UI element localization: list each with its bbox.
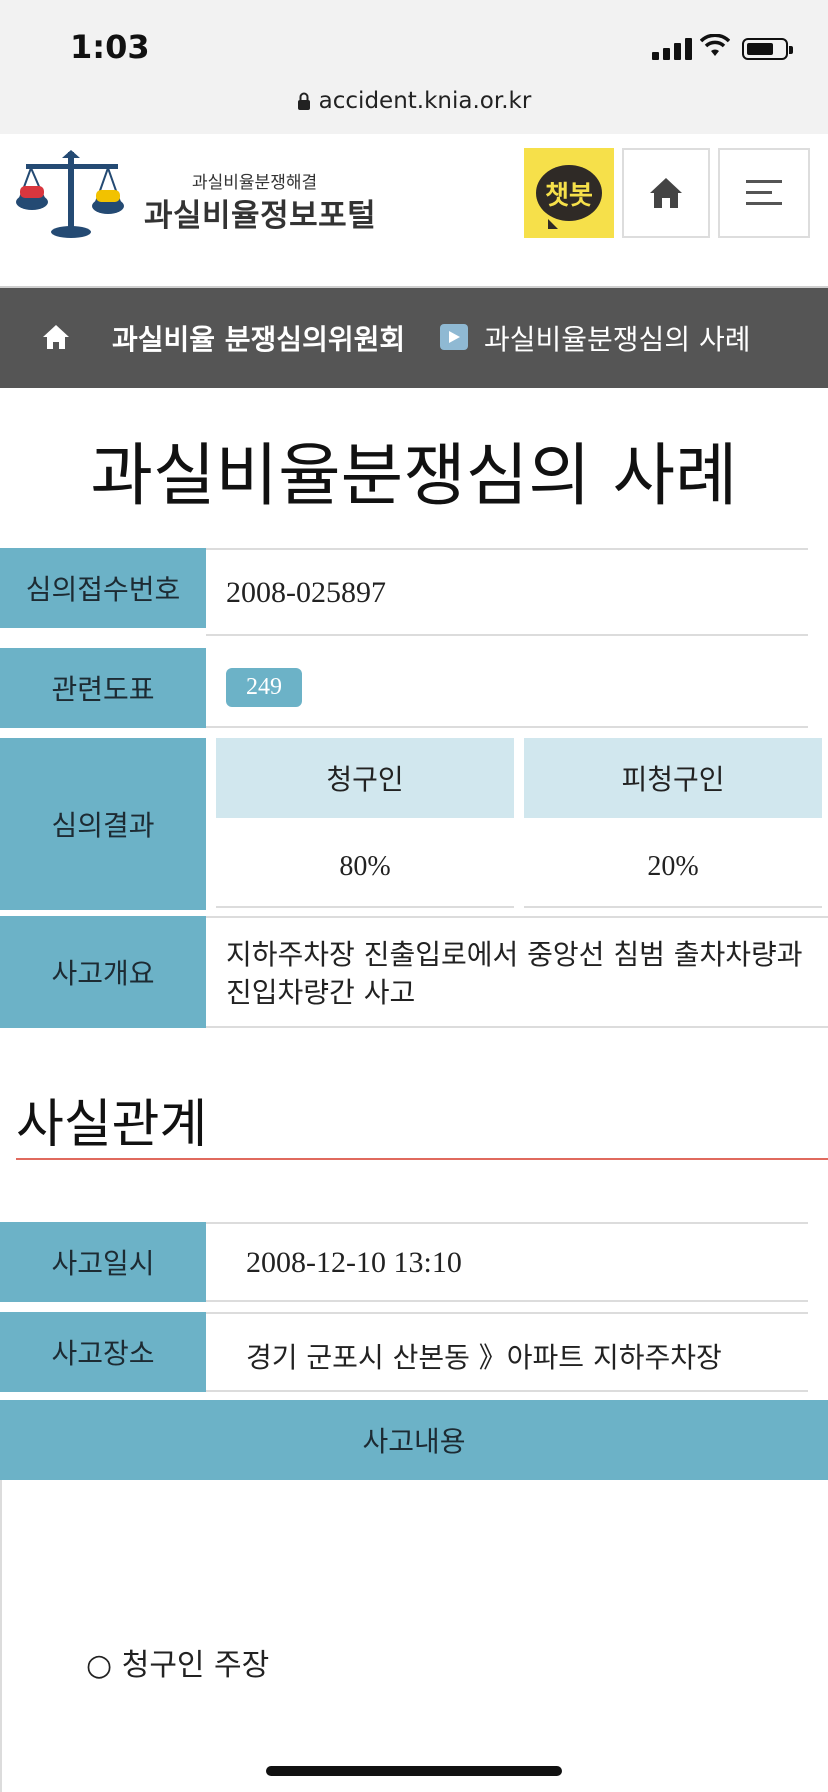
case-number-cell: 2008-025897 bbox=[206, 548, 808, 636]
summary-cell: 지하주차장 진출입로에서 중앙선 침범 출차차량과 진입차량간 사고 bbox=[206, 916, 828, 1028]
summary-label: 사고개요 bbox=[0, 916, 206, 1028]
site-header: 과실비율분쟁해결 과실비율정보포털 챗봇 bbox=[0, 134, 828, 288]
breadcrumb-level1[interactable]: 과실비율 분쟁심의위원회 bbox=[112, 318, 405, 358]
accident-place-value: 경기 군포시 산본동 》아파트 지하주차장 bbox=[246, 1341, 722, 1374]
home-indicator[interactable] bbox=[266, 1766, 562, 1776]
claimant-ratio: 80% bbox=[216, 828, 514, 908]
related-chart-label: 관련도표 bbox=[0, 648, 206, 728]
accident-date-value: 2008-12-10 13:10 bbox=[246, 1246, 462, 1279]
breadcrumb-home-icon[interactable] bbox=[42, 324, 70, 350]
related-chart-row: 관련도표 249 bbox=[0, 648, 828, 728]
accident-date-row: 사고일시 2008-12-10 13:10 bbox=[0, 1222, 828, 1302]
summary-row: 사고개요 지하주차장 진출입로에서 중앙선 침범 출차차량과 진입차량간 사고 bbox=[0, 916, 828, 1028]
respondent-header: 피청구인 bbox=[524, 738, 822, 818]
menu-button[interactable] bbox=[718, 148, 810, 238]
status-time: 1:03 bbox=[70, 28, 150, 66]
claimant-claim-heading: ○ 청구인 주장 bbox=[86, 1648, 270, 1683]
chatbot-icon: 챗봇 bbox=[536, 165, 602, 229]
related-chart-badge[interactable]: 249 bbox=[226, 668, 302, 707]
cellular-signal-icon bbox=[652, 38, 692, 60]
case-number-row: 심의접수번호 2008-025897 bbox=[0, 548, 828, 636]
case-number-value: 2008-025897 bbox=[226, 576, 386, 609]
status-bar: 1:03 accident.knia.or.kr bbox=[0, 0, 828, 135]
home-icon bbox=[650, 178, 682, 208]
section-title-facts: 사실관계 bbox=[16, 1095, 208, 1155]
accident-content-header: 사고내용 bbox=[0, 1400, 828, 1480]
accident-place-cell: 경기 군포시 산본동 》아파트 지하주차장 bbox=[206, 1312, 808, 1392]
accident-date-label: 사고일시 bbox=[0, 1222, 206, 1302]
breadcrumb: 과실비율 분쟁심의위원회 과실비율분쟁심의 사례 bbox=[0, 288, 828, 388]
breadcrumb-arrow-icon bbox=[440, 324, 468, 350]
battery-icon bbox=[742, 38, 793, 60]
case-number-label: 심의접수번호 bbox=[0, 548, 206, 628]
accident-date-cell: 2008-12-10 13:10 bbox=[206, 1222, 808, 1302]
related-chart-cell: 249 bbox=[206, 648, 808, 728]
url-text: accident.knia.or.kr bbox=[318, 88, 532, 114]
section-divider bbox=[16, 1158, 828, 1160]
accident-place-label: 사고장소 bbox=[0, 1312, 206, 1392]
logo-title[interactable]: 과실비율정보포털 bbox=[144, 190, 376, 235]
breadcrumb-level2[interactable]: 과실비율분쟁심의 사례 bbox=[484, 318, 751, 358]
result-label: 심의결과 bbox=[0, 738, 206, 910]
url-bar[interactable]: accident.knia.or.kr bbox=[0, 88, 828, 114]
scales-logo-icon[interactable] bbox=[16, 146, 126, 242]
lock-icon bbox=[297, 92, 310, 110]
accident-content-box bbox=[0, 1480, 828, 1792]
result-row: 심의결과 청구인 피청구인 80% 20% bbox=[0, 738, 828, 910]
summary-text: 지하주차장 진출입로에서 중앙선 침범 출차차량과 진입차량간 사고 bbox=[226, 938, 803, 1009]
claimant-header: 청구인 bbox=[216, 738, 514, 818]
home-button[interactable] bbox=[622, 148, 710, 238]
chatbot-label: 챗봇 bbox=[545, 180, 593, 211]
wifi-icon bbox=[700, 34, 730, 56]
hamburger-menu-icon bbox=[746, 180, 782, 205]
page-title: 과실비율분쟁심의 사례 bbox=[90, 437, 738, 516]
chatbot-button[interactable]: 챗봇 bbox=[524, 148, 614, 238]
respondent-ratio: 20% bbox=[524, 828, 822, 908]
accident-place-row: 사고장소 경기 군포시 산본동 》아파트 지하주차장 bbox=[0, 1312, 828, 1392]
